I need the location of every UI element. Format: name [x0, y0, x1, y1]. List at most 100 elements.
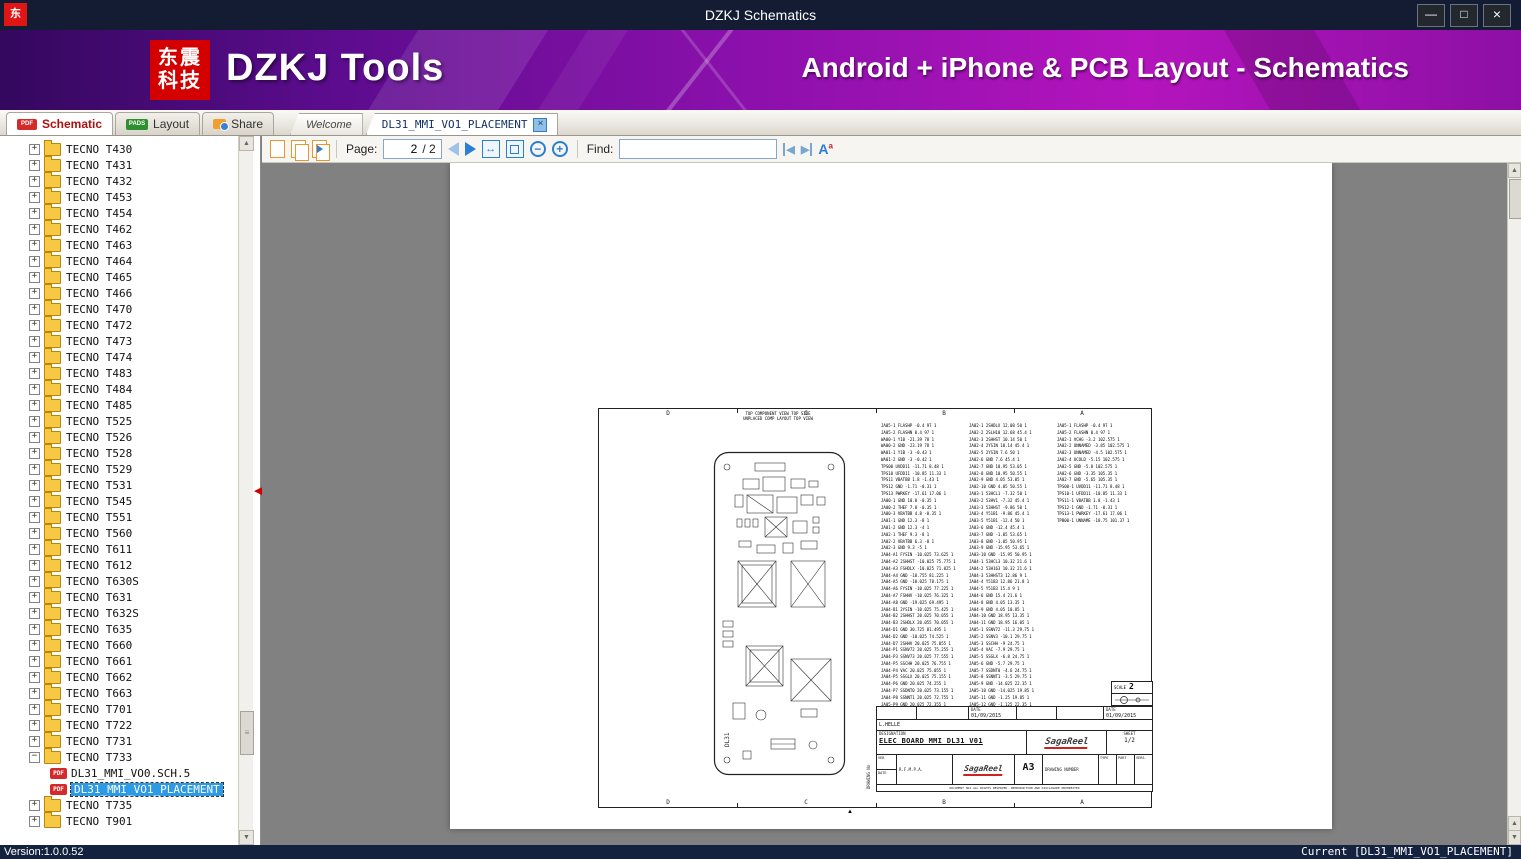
expand-toggle-icon[interactable]: [29, 447, 40, 459]
expand-toggle-icon[interactable]: [29, 703, 40, 715]
expand-toggle-icon[interactable]: [29, 559, 40, 571]
tree-item-label[interactable]: TECNO T735: [66, 799, 132, 812]
tree-item-label[interactable]: TECNO T473: [66, 335, 132, 348]
expand-toggle-icon[interactable]: [29, 383, 40, 395]
tree-item[interactable]: TECNO T612: [0, 555, 237, 573]
expand-toggle-icon[interactable]: [29, 223, 40, 235]
expand-toggle-icon[interactable]: [29, 591, 40, 603]
expand-toggle-icon[interactable]: [29, 351, 40, 363]
tree-item-label[interactable]: TECNO T472: [66, 319, 132, 332]
tree-item-label[interactable]: TECNO T560: [66, 527, 132, 540]
continuous-pages-view-icon[interactable]: [312, 140, 330, 161]
tree-item-label[interactable]: TECNO T611: [66, 543, 132, 556]
tree-item[interactable]: TECNO T485: [0, 395, 237, 413]
tree-item[interactable]: TECNO T430: [0, 139, 237, 157]
tree-item-label[interactable]: TECNO T485: [66, 399, 132, 412]
tree-item-label[interactable]: TECNO T431: [66, 159, 132, 172]
tree-item[interactable]: TECNO T701: [0, 699, 237, 717]
tree-item[interactable]: TECNO T464: [0, 251, 237, 269]
page-number-input[interactable]: [389, 141, 420, 157]
tree-item-label[interactable]: TECNO T528: [66, 447, 132, 460]
tree-item-label[interactable]: TECNO T484: [66, 383, 132, 396]
expand-toggle-icon[interactable]: [29, 623, 40, 635]
tree-item-label[interactable]: TECNO T660: [66, 639, 132, 652]
tab-schematic[interactable]: PDF Schematic: [6, 112, 114, 135]
tree-item[interactable]: TECNO T531: [0, 475, 237, 493]
tree-item[interactable]: TECNO T735: [0, 795, 237, 813]
fit-page-icon[interactable]: [505, 140, 524, 158]
tree-item-label[interactable]: TECNO T901: [66, 815, 132, 828]
tree-item[interactable]: TECNO T463: [0, 235, 237, 253]
tree-item[interactable]: TECNO T551: [0, 507, 237, 525]
tree-item[interactable]: TECNO T528: [0, 443, 237, 461]
tree-item[interactable]: TECNO T663: [0, 683, 237, 701]
tree-item-label[interactable]: TECNO T632S: [66, 607, 139, 620]
minimize-button[interactable]: —: [1417, 4, 1445, 27]
expand-toggle-icon[interactable]: [29, 463, 40, 475]
tree-item-label[interactable]: TECNO T663: [66, 687, 132, 700]
expand-toggle-icon[interactable]: [29, 159, 40, 171]
expand-toggle-icon[interactable]: [29, 479, 40, 491]
maximize-button[interactable]: □: [1450, 4, 1478, 27]
tree-item[interactable]: TECNO T529: [0, 459, 237, 477]
tree-item[interactable]: TECNO T635: [0, 619, 237, 637]
expand-toggle-icon[interactable]: [29, 175, 40, 187]
next-page-icon[interactable]: [464, 142, 476, 156]
tree-item[interactable]: TECNO T465: [0, 267, 237, 285]
tree-item-label[interactable]: TECNO T701: [66, 703, 132, 716]
scroll-up-icon[interactable]: ▲: [1508, 816, 1521, 831]
tree-item-label[interactable]: TECNO T531: [66, 479, 132, 492]
expand-toggle-icon[interactable]: [29, 799, 40, 811]
expand-toggle-icon[interactable]: [29, 575, 40, 587]
zoom-out-icon[interactable]: −: [529, 141, 546, 157]
tree-item[interactable]: TECNO T630S: [0, 571, 237, 589]
tree-item-label[interactable]: TECNO T470: [66, 303, 132, 316]
scroll-down-icon[interactable]: ▼: [1508, 830, 1521, 845]
tree-item[interactable]: TECNO T462: [0, 219, 237, 237]
tree-item[interactable]: TECNO T466: [0, 283, 237, 301]
close-button[interactable]: ×: [1483, 4, 1511, 27]
expand-toggle-icon[interactable]: [29, 431, 40, 443]
tree-item[interactable]: TECNO T484: [0, 379, 237, 397]
tree-item-label[interactable]: TECNO T529: [66, 463, 132, 476]
expand-toggle-icon[interactable]: [29, 239, 40, 251]
expand-toggle-icon[interactable]: [29, 303, 40, 315]
tree-item[interactable]: DL31_MMI_VO0.SCH.5: [0, 765, 237, 781]
tree-item-label[interactable]: TECNO T635: [66, 623, 132, 636]
expand-toggle-icon[interactable]: [29, 287, 40, 299]
expand-toggle-icon[interactable]: [29, 191, 40, 203]
zoom-in-icon[interactable]: +: [551, 141, 568, 157]
tree-item[interactable]: TECNO T733: [0, 747, 237, 765]
tree-item[interactable]: TECNO T662: [0, 667, 237, 685]
tree-item[interactable]: TECNO T454: [0, 203, 237, 221]
tree-item-label[interactable]: TECNO T466: [66, 287, 132, 300]
tree-item-label[interactable]: TECNO T432: [66, 175, 132, 188]
tab-share[interactable]: Share: [202, 112, 275, 135]
font-size-icon[interactable]: Aa: [818, 141, 833, 157]
scroll-up-icon[interactable]: ▲: [1508, 163, 1521, 178]
tree-item-label[interactable]: TECNO T525: [66, 415, 132, 428]
expand-toggle-icon[interactable]: [29, 399, 40, 411]
tree-item-label[interactable]: TECNO T465: [66, 271, 132, 284]
close-tab-icon[interactable]: ×: [533, 117, 548, 132]
tree-item-label[interactable]: TECNO T526: [66, 431, 132, 444]
find-input[interactable]: [619, 139, 778, 159]
tree-item-label[interactable]: TECNO T430: [66, 143, 132, 156]
expand-toggle-icon[interactable]: [29, 751, 40, 763]
pdf-viewer[interactable]: DCBA DCBA TOP COMPONENT VIEW TOP SIDE UN…: [262, 163, 1507, 845]
tree-item[interactable]: TECNO T432: [0, 171, 237, 189]
expand-toggle-icon[interactable]: [29, 815, 40, 827]
tree-item-label[interactable]: TECNO T662: [66, 671, 132, 684]
expand-toggle-icon[interactable]: [29, 207, 40, 219]
tree-item[interactable]: TECNO T483: [0, 363, 237, 381]
tree-item[interactable]: TECNO T731: [0, 731, 237, 749]
fit-width-icon[interactable]: ↔: [481, 140, 500, 158]
tree-item-label[interactable]: TECNO T612: [66, 559, 132, 572]
tree-item[interactable]: TECNO T560: [0, 523, 237, 541]
tree-item[interactable]: TECNO T631: [0, 587, 237, 605]
tree-item-label[interactable]: TECNO T464: [66, 255, 132, 268]
tree-item[interactable]: TECNO T545: [0, 491, 237, 509]
tree-item-label[interactable]: TECNO T733: [66, 751, 132, 764]
scrollbar-thumb[interactable]: [1509, 179, 1521, 219]
tree-item[interactable]: TECNO T722: [0, 715, 237, 733]
